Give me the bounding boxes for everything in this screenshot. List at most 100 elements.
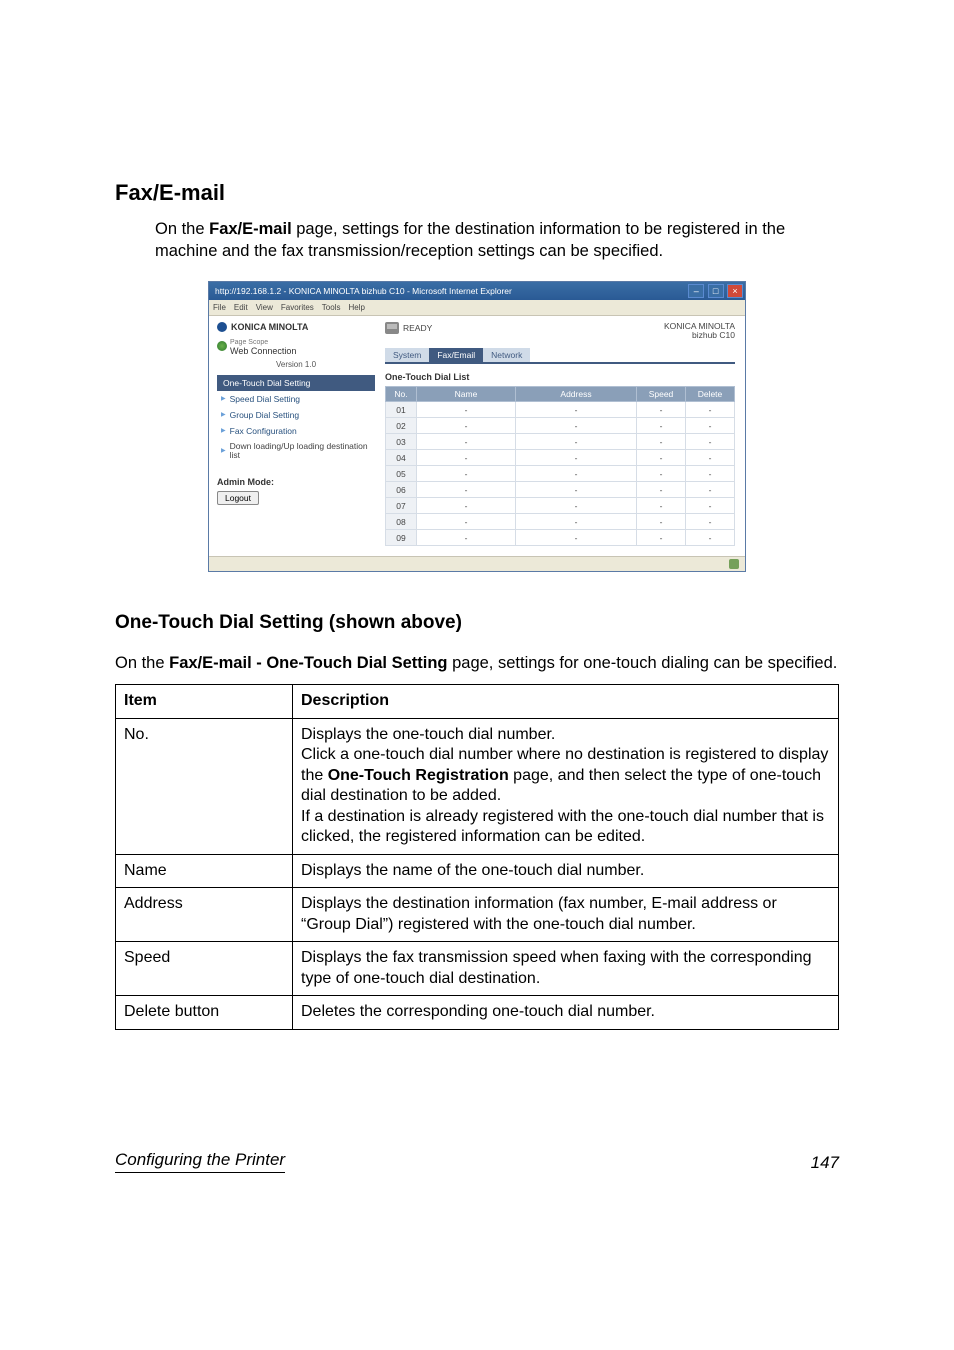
cell-no[interactable]: 02: [386, 418, 417, 434]
cell-speed: -: [637, 450, 686, 466]
cell-delete: -: [686, 530, 735, 546]
menu-edit[interactable]: Edit: [234, 303, 248, 312]
browser-statusbar: [209, 556, 745, 571]
footer-left: Configuring the Printer: [115, 1150, 285, 1169]
maximize-icon[interactable]: □: [708, 284, 724, 298]
table-row: Delete buttonDeletes the corresponding o…: [116, 996, 839, 1029]
cell-delete: -: [686, 418, 735, 434]
brand-text: KONICA MINOLTA: [231, 322, 308, 332]
col-delete: Delete: [686, 387, 735, 402]
cell-speed: -: [637, 530, 686, 546]
table-row: 09----: [386, 530, 735, 546]
col-address: Address: [516, 387, 637, 402]
menu-file[interactable]: File: [213, 303, 226, 312]
section-title: Fax/E-mail: [115, 180, 839, 206]
cell-speed: -: [637, 514, 686, 530]
cell-name: -: [417, 434, 516, 450]
table-row: AddressDisplays the destination informat…: [116, 888, 839, 942]
tab-system[interactable]: System: [385, 348, 429, 362]
cell-no[interactable]: 04: [386, 450, 417, 466]
cell-no[interactable]: 08: [386, 514, 417, 530]
desc-text: Displays the name of the one-touch dial …: [293, 854, 839, 887]
table-row: No.Displays the one-touch dial number.Cl…: [116, 718, 839, 854]
desc-item: Delete button: [116, 996, 293, 1029]
cell-delete: -: [686, 450, 735, 466]
onetouch-dial-table: No. Name Address Speed Delete 01----02--…: [385, 386, 735, 546]
nav-group-dial[interactable]: ▶ Group Dial Setting: [217, 407, 375, 423]
desc-text: Displays the destination information (fa…: [293, 888, 839, 942]
cell-address: -: [516, 530, 637, 546]
minimize-icon[interactable]: –: [688, 284, 704, 298]
nav-header-onetouch[interactable]: One-Touch Dial Setting: [217, 375, 375, 391]
menu-tools[interactable]: Tools: [322, 303, 341, 312]
menu-view[interactable]: View: [256, 303, 273, 312]
desc-item: Address: [116, 888, 293, 942]
subsection-title: One-Touch Dial Setting (shown above): [115, 612, 839, 634]
cell-name: -: [417, 450, 516, 466]
list-title: One-Touch Dial List: [385, 372, 735, 382]
webconn-text: Web Connection: [230, 346, 296, 356]
cell-no[interactable]: 05: [386, 466, 417, 482]
brand-icon: [217, 322, 227, 332]
cell-no[interactable]: 06: [386, 482, 417, 498]
cell-speed: -: [637, 466, 686, 482]
footer-rule: [115, 1172, 285, 1173]
nav-download-upload[interactable]: ▶Down loading/Up loading destination lis…: [217, 439, 375, 464]
menu-favorites[interactable]: Favorites: [281, 303, 314, 312]
tab-fax-email[interactable]: Fax/Email: [429, 348, 483, 362]
col-speed: Speed: [637, 387, 686, 402]
cell-delete: -: [686, 482, 735, 498]
desc-head-item: Item: [116, 685, 293, 718]
table-row: 08----: [386, 514, 735, 530]
cell-address: -: [516, 450, 637, 466]
menu-help[interactable]: Help: [348, 303, 364, 312]
cell-no[interactable]: 03: [386, 434, 417, 450]
pagescope-text: Page Scope: [230, 339, 268, 346]
cell-no[interactable]: 09: [386, 530, 417, 546]
desc-item: Name: [116, 854, 293, 887]
chevron-right-icon: ▶: [221, 427, 226, 434]
chevron-right-icon: ▶: [221, 411, 226, 418]
nav-speed-dial-label: Speed Dial Setting: [230, 394, 300, 404]
chevron-right-icon: ▶: [221, 395, 226, 402]
sub-intro-bold: Fax/E-mail - One-Touch Dial Setting: [169, 654, 447, 672]
table-row: 01----: [386, 402, 735, 418]
web-connection-label: Page Scope Web Connection: [217, 336, 375, 356]
cell-delete: -: [686, 514, 735, 530]
browser-titlebar: http://192.168.1.2 - KONICA MINOLTA bizh…: [209, 282, 745, 300]
cell-speed: -: [637, 418, 686, 434]
cell-address: -: [516, 418, 637, 434]
cell-address: -: [516, 498, 637, 514]
cell-name: -: [417, 514, 516, 530]
close-icon[interactable]: ×: [727, 284, 743, 298]
col-name: Name: [417, 387, 516, 402]
desc-text: Deletes the corresponding one-touch dial…: [293, 996, 839, 1029]
printer-icon: [385, 322, 399, 334]
table-row: 03----: [386, 434, 735, 450]
tab-underline: [385, 362, 735, 364]
cell-address: -: [516, 434, 637, 450]
cell-name: -: [417, 482, 516, 498]
cell-no[interactable]: 07: [386, 498, 417, 514]
nav-speed-dial[interactable]: ▶ Speed Dial Setting: [217, 391, 375, 407]
logout-button[interactable]: Logout: [217, 491, 259, 505]
screenshot-container: http://192.168.1.2 - KONICA MINOLTA bizh…: [115, 281, 839, 573]
cell-no[interactable]: 01: [386, 402, 417, 418]
cell-name: -: [417, 466, 516, 482]
cell-speed: -: [637, 482, 686, 498]
cell-address: -: [516, 402, 637, 418]
page-footer: Configuring the Printer 147: [115, 1150, 839, 1173]
nav-group-dial-label: Group Dial Setting: [230, 410, 299, 420]
nav-fax-config-label: Fax Configuration: [230, 426, 297, 436]
brand-logo: KONICA MINOLTA: [217, 322, 375, 332]
tab-network[interactable]: Network: [483, 348, 530, 362]
cell-speed: -: [637, 434, 686, 450]
admin-mode-label: Admin Mode:: [217, 477, 375, 487]
browser-window: http://192.168.1.2 - KONICA MINOLTA bizh…: [208, 281, 746, 573]
left-sidebar: KONICA MINOLTA Page Scope Web Connection…: [209, 316, 381, 557]
cell-address: -: [516, 466, 637, 482]
table-row: 04----: [386, 450, 735, 466]
status-text: READY: [403, 323, 432, 333]
nav-fax-config[interactable]: ▶ Fax Configuration: [217, 423, 375, 439]
desc-head-desc: Description: [293, 685, 839, 718]
